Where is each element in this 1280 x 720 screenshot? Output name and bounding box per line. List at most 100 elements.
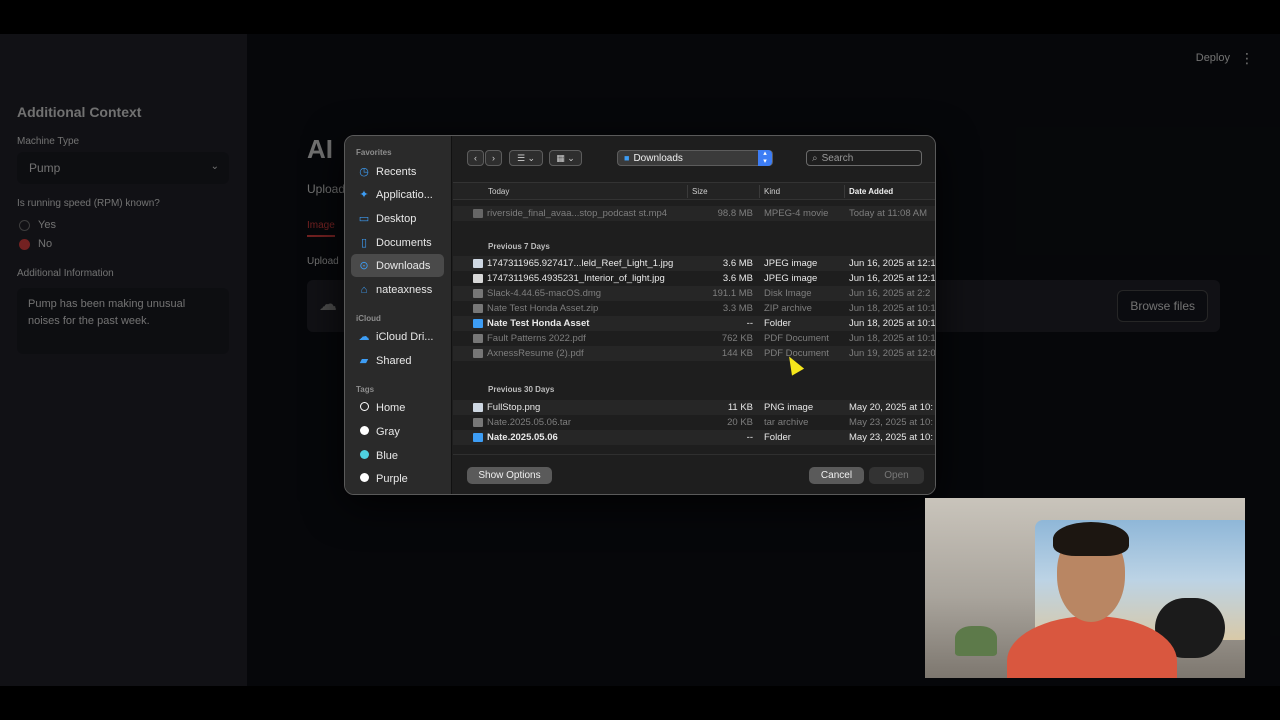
- sidebar-item-label: Documents: [376, 236, 432, 249]
- file-size: --: [746, 432, 753, 443]
- file-size: 3.6 MB: [722, 273, 753, 284]
- column-size[interactable]: Size: [692, 187, 708, 196]
- column-name[interactable]: Today: [488, 187, 509, 196]
- image-file-icon: [473, 403, 483, 412]
- file-size: 144 KB: [721, 348, 753, 359]
- file-row[interactable]: Slack-4.44.65-macOS.dmg 191.1 MB Disk Im…: [453, 286, 935, 301]
- file-size: 11 KB: [727, 402, 753, 413]
- file-row[interactable]: Fault Patterns 2022.pdf 762 KB PDF Docum…: [453, 331, 936, 346]
- grid-view-icon: ▦ ⌄: [556, 152, 575, 163]
- file-date: Jun 19, 2025 at 12:0: [849, 348, 936, 359]
- sidebar-item-label: Downloads: [376, 259, 431, 272]
- folder-icon: ■: [624, 153, 630, 163]
- file-row[interactable]: Nate Test Honda Asset -- Folder Jun 18, …: [453, 316, 935, 331]
- file-date: Jun 18, 2025 at 10:1: [849, 333, 936, 344]
- group-label: Previous 7 Days: [488, 242, 550, 251]
- browse-files-button[interactable]: Browse files: [1117, 290, 1208, 322]
- sidebar-item-label: Recents: [376, 165, 417, 178]
- file-row[interactable]: Nate.2025.05.06.tar 20 KB tar archive Ma…: [453, 415, 935, 430]
- favorites-section-label: Favorites: [356, 148, 392, 157]
- file-row[interactable]: AxnessResume (2).pdf 144 KB PDF Document…: [453, 346, 936, 361]
- tag-dot-icon: [359, 449, 369, 459]
- pdf-file-icon: [473, 334, 483, 343]
- file-name: Fault Patterns 2022.pdf: [487, 333, 586, 344]
- file-date: Jun 16, 2025 at 2:2: [849, 288, 931, 299]
- sidebar-item-documents[interactable]: ▯ Documents: [351, 231, 444, 254]
- info-textarea[interactable]: Pump has been making unusual noises for …: [17, 288, 229, 354]
- sidebar-item-downloads[interactable]: ⊙ Downloads: [351, 254, 444, 277]
- rpm-radio-yes[interactable]: Yes: [19, 219, 56, 231]
- file-size: 98.8 MB: [717, 208, 753, 219]
- file-open-dialog: Favorites ◷ Recents ✦ Applicatio... ▭ Deskt…: [344, 135, 936, 495]
- back-button[interactable]: ‹: [467, 150, 484, 166]
- sidebar-item-recents[interactable]: ◷ Recents: [351, 160, 444, 183]
- file-size: 3.3 MB: [722, 303, 753, 314]
- file-date: May 20, 2025 at 10:: [849, 402, 933, 413]
- open-button[interactable]: Open: [869, 467, 924, 484]
- rpm-label: Is running speed (RPM) known?: [17, 198, 160, 209]
- sidebar-tag-blue[interactable]: Blue: [351, 444, 444, 467]
- location-dropdown[interactable]: ■ Downloads ▴ ▾: [617, 150, 773, 166]
- file-kind: Disk Image: [764, 288, 812, 299]
- file-row[interactable]: Nate.2025.05.06 -- Folder May 23, 2025 a…: [453, 430, 935, 445]
- video-file-icon: [473, 209, 483, 218]
- sidebar-item-icloud-drive[interactable]: ☁ iCloud Dri...: [351, 325, 444, 348]
- tags-section-label: Tags: [356, 385, 375, 394]
- cloud-icon: ☁: [358, 331, 370, 343]
- file-date: Jun 16, 2025 at 12:1: [849, 258, 936, 269]
- file-date: Jun 16, 2025 at 12:1: [849, 273, 936, 284]
- show-options-button[interactable]: Show Options: [467, 467, 552, 484]
- zip-file-icon: [473, 304, 483, 313]
- file-row[interactable]: Nate Test Honda Asset.zip 3.3 MB ZIP arc…: [453, 301, 935, 316]
- image-file-icon: [473, 259, 483, 268]
- forward-button[interactable]: ›: [485, 150, 502, 166]
- file-row[interactable]: FullStop.png 11 KB PNG image May 20, 202…: [453, 400, 935, 415]
- sidebar-item-applications[interactable]: ✦ Applicatio...: [351, 183, 444, 206]
- cancel-button[interactable]: Cancel: [809, 467, 864, 484]
- radio-selected-icon: [19, 238, 30, 250]
- file-name: FullStop.png: [487, 402, 541, 413]
- file-kind: tar archive: [764, 417, 809, 428]
- file-name: riverside_final_avaa...stop_podcast st.m…: [487, 208, 668, 219]
- tag-dot-icon: [359, 425, 369, 435]
- app-sidebar: Additional Context Machine Type Pump ⌄ I…: [0, 34, 247, 686]
- search-input[interactable]: ⌕ Search: [806, 150, 922, 166]
- machine-type-select[interactable]: Pump ⌄: [17, 152, 229, 184]
- sidebar-tag-gray[interactable]: Gray: [351, 420, 444, 443]
- column-date-added[interactable]: Date Added: [849, 187, 893, 196]
- machine-type-label: Machine Type: [17, 136, 80, 147]
- sidebar-tag-home[interactable]: Home: [351, 396, 444, 419]
- file-name: 1747311965.927417...leld_Reef_Light_1.jp…: [487, 258, 674, 269]
- icloud-section-label: iCloud: [356, 314, 381, 323]
- sidebar-item-home[interactable]: ⌂ nateaxness: [351, 278, 444, 301]
- file-size: 762 KB: [721, 333, 753, 344]
- rpm-option-label: Yes: [38, 219, 56, 231]
- sidebar-item-desktop[interactable]: ▭ Desktop: [351, 207, 444, 230]
- file-kind: PNG image: [764, 402, 814, 413]
- deploy-button[interactable]: Deploy: [1196, 52, 1230, 64]
- file-name: 1747311965.4935231_Interior_of_light.jpg: [487, 273, 665, 284]
- webcam-overlay: [925, 498, 1245, 678]
- page-title: AI: [307, 134, 333, 164]
- grid-view-button[interactable]: ▦ ⌄: [549, 150, 582, 166]
- rpm-radio-no[interactable]: No: [19, 238, 52, 250]
- updown-chevron-icon: ▴ ▾: [758, 150, 772, 166]
- search-icon: ⌕: [812, 152, 818, 164]
- file-kind: Folder: [764, 318, 791, 329]
- file-row[interactable]: 1747311965.927417...leld_Reef_Light_1.jp…: [453, 256, 936, 271]
- presenter-hair: [1053, 522, 1129, 556]
- file-row[interactable]: riverside_final_avaa...stop_podcast st.m…: [453, 206, 935, 221]
- cloud-upload-icon: ☁: [319, 294, 337, 314]
- folder-icon: [473, 433, 483, 442]
- file-row[interactable]: 1747311965.4935231_Interior_of_light.jpg…: [453, 271, 936, 286]
- sidebar-tag-purple[interactable]: Purple: [351, 467, 444, 490]
- list-view-button[interactable]: ☰ ⌄: [509, 150, 543, 166]
- tab-image[interactable]: Image: [307, 220, 335, 237]
- sidebar-item-label: Home: [376, 401, 406, 414]
- sidebar-item-shared[interactable]: ▰ Shared: [351, 349, 444, 372]
- kebab-icon[interactable]: ⋮: [1240, 50, 1254, 67]
- shared-folder-icon: ▰: [359, 355, 369, 367]
- column-kind[interactable]: Kind: [764, 187, 780, 196]
- file-name: Nate Test Honda Asset: [487, 318, 590, 329]
- chevron-right-icon: ›: [492, 153, 495, 163]
